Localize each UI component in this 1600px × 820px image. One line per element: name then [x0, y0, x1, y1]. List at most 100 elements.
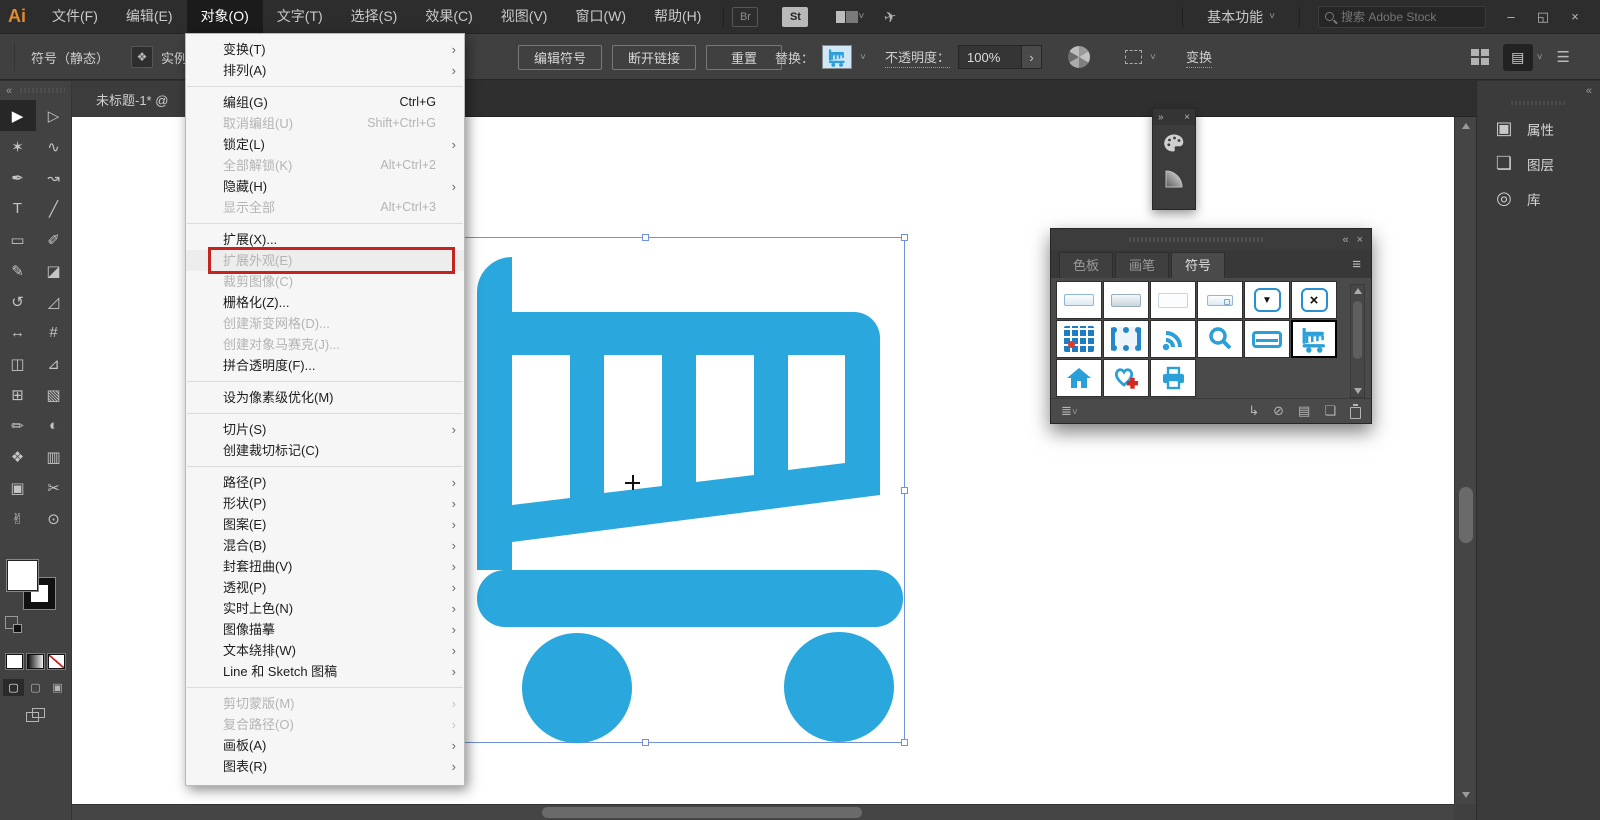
fill-swatch[interactable]: [7, 560, 38, 591]
magic-wand-tool[interactable]: ✶: [0, 131, 36, 162]
none-button[interactable]: [48, 654, 65, 669]
menubar-menu-help[interactable]: 帮助(H): [640, 0, 715, 33]
menu-item-blend[interactable]: 混合(B)›: [186, 535, 464, 556]
close-icon[interactable]: ×: [1357, 234, 1363, 246]
gradient-tool[interactable]: ▧: [36, 379, 72, 410]
symbol-tile-card[interactable]: [1244, 320, 1290, 358]
menu-item-image-trace[interactable]: 图像描摹›: [186, 619, 464, 640]
symbol-tile-text-field[interactable]: [1056, 281, 1102, 319]
type-tool[interactable]: T: [0, 193, 36, 224]
rectangle-tool[interactable]: ▭: [0, 224, 36, 255]
transform-link[interactable]: 变换: [1186, 34, 1212, 80]
menu-item-pattern[interactable]: 图案(E)›: [186, 514, 464, 535]
hand-tool[interactable]: ✌: [0, 503, 36, 534]
menu-item-slice[interactable]: 切片(S)›: [186, 419, 464, 440]
eraser-tool[interactable]: ◪: [36, 255, 72, 286]
scroll-down-icon[interactable]: [1354, 388, 1362, 394]
collapse-icon[interactable]: «: [1342, 234, 1348, 246]
dock-item-layers[interactable]: ❏ 图层: [1477, 146, 1600, 181]
tab-brushes[interactable]: 画笔: [1115, 252, 1169, 278]
bridge-icon[interactable]: Br: [732, 7, 758, 27]
menubar-menu-edit[interactable]: 编辑(E): [112, 0, 187, 33]
menu-item-graph[interactable]: 图表(R)›: [186, 756, 464, 777]
paintbrush-tool[interactable]: ✐: [36, 224, 72, 255]
scroll-up-icon[interactable]: [1462, 123, 1470, 129]
minimize-button[interactable]: –: [1496, 5, 1526, 29]
list-view-icon[interactable]: ☰: [1557, 48, 1570, 66]
recolor-artwork-button[interactable]: [1068, 34, 1090, 80]
symbol-tile-shopping-cart[interactable]: [1291, 320, 1337, 358]
artboard-tool[interactable]: ▣: [0, 472, 36, 503]
replace-symbol-swatch[interactable]: [822, 45, 852, 69]
menu-item-create-trim-marks[interactable]: 创建裁切标记(C): [186, 440, 464, 461]
menu-item-text-wrap[interactable]: 文本绕排(W)›: [186, 640, 464, 661]
close-button[interactable]: ×: [1560, 5, 1590, 29]
symbol-tile-film[interactable]: [1103, 320, 1149, 358]
expand-icon[interactable]: »: [1158, 112, 1164, 123]
perspective-grid-tool[interactable]: ⊿: [36, 348, 72, 379]
symbol-options-icon[interactable]: ▤: [1298, 403, 1310, 419]
symbols-scrollbar[interactable]: [1350, 284, 1365, 398]
horizontal-scrollbar[interactable]: [72, 804, 1454, 820]
column-graph-tool[interactable]: ▥: [36, 441, 72, 472]
selection-tool[interactable]: ▶: [0, 100, 36, 131]
symbol-tile-combo-field[interactable]: [1197, 281, 1243, 319]
horizontal-scroll-thumb[interactable]: [542, 807, 862, 818]
edit-symbol-button[interactable]: 编辑符号: [518, 45, 602, 70]
zoom-tool[interactable]: ⊙: [36, 503, 72, 534]
draw-normal-button[interactable]: ▢: [3, 679, 24, 696]
vertical-scroll-thumb[interactable]: [1459, 487, 1473, 543]
new-symbol-icon[interactable]: ❏: [1324, 403, 1336, 419]
default-fill-stroke-icon[interactable]: [5, 616, 18, 629]
menu-item-envelope-distort[interactable]: 封套扭曲(V)›: [186, 556, 464, 577]
rocket-icon[interactable]: ✈: [882, 6, 899, 27]
shaper-tool[interactable]: ✎: [0, 255, 36, 286]
lasso-tool[interactable]: ∿: [36, 131, 72, 162]
dock-item-properties[interactable]: ▣ 属性: [1477, 111, 1600, 146]
draw-behind-button[interactable]: ▢: [25, 679, 46, 696]
menu-item-flatten-transparency[interactable]: 拼合透明度(F)...: [186, 355, 464, 376]
scroll-down-icon[interactable]: [1462, 792, 1470, 798]
symbol-tile-magnifier[interactable]: [1197, 320, 1243, 358]
delete-symbol-icon[interactable]: [1350, 407, 1361, 419]
drag-handle[interactable]: [1129, 237, 1264, 242]
scroll-thumb[interactable]: [1353, 301, 1362, 359]
restore-button[interactable]: ◱: [1528, 5, 1558, 29]
menubar-menu-effect[interactable]: 效果(C): [411, 0, 486, 33]
scroll-up-icon[interactable]: [1354, 288, 1362, 294]
scale-tool[interactable]: ◿: [36, 286, 72, 317]
menu-item-perspective[interactable]: 透视(P)›: [186, 577, 464, 598]
symbol-sprayer-tool[interactable]: ❖: [0, 441, 36, 472]
place-symbol-instance-icon[interactable]: ↳: [1248, 403, 1259, 419]
arrange-documents-icon[interactable]: [836, 11, 858, 23]
menubar-menu-type[interactable]: 文字(T): [263, 0, 337, 33]
opacity-value[interactable]: 100%: [958, 45, 1022, 69]
gradient-panel-icon[interactable]: [1153, 161, 1195, 197]
chevron-down-icon[interactable]: ˅: [858, 11, 864, 22]
panel-menu-icon[interactable]: ≡: [1352, 252, 1361, 278]
workspace-switcher[interactable]: 基本功能 ˅: [1201, 7, 1281, 27]
menu-item-transform[interactable]: 变换(T)›: [186, 39, 464, 60]
dock-item-libraries[interactable]: ◎ 库: [1477, 181, 1600, 216]
grid-view-icon[interactable]: [1471, 49, 1489, 65]
reset-button[interactable]: 重置: [706, 45, 782, 70]
menu-item-rasterize[interactable]: 栅格化(Z)...: [186, 292, 464, 313]
menubar-menu-window[interactable]: 窗口(W): [561, 0, 640, 33]
close-icon[interactable]: ×: [1184, 112, 1190, 123]
stock-search[interactable]: [1318, 6, 1486, 28]
pen-tool[interactable]: ✒: [0, 162, 36, 193]
menubar-menu-select[interactable]: 选择(S): [337, 0, 412, 33]
symbol-tile-blank-field[interactable]: [1150, 281, 1196, 319]
line-segment-tool[interactable]: ╱: [36, 193, 72, 224]
opacity-label[interactable]: 不透明度：: [885, 47, 950, 68]
align-control[interactable]: ˅: [1125, 34, 1156, 80]
color-panel-icon[interactable]: [1153, 125, 1195, 161]
chevron-down-icon[interactable]: ˅: [860, 52, 866, 63]
menu-item-group[interactable]: 编组(G)Ctrl+G: [186, 92, 464, 113]
stock-icon[interactable]: St: [782, 7, 808, 27]
opacity-stepper[interactable]: ›: [1022, 45, 1042, 69]
break-link-button[interactable]: 断开链接: [612, 45, 696, 70]
collapse-icon[interactable]: «: [1586, 85, 1592, 97]
menu-item-live-paint[interactable]: 实时上色(N)›: [186, 598, 464, 619]
free-transform-tool[interactable]: #: [36, 317, 72, 348]
